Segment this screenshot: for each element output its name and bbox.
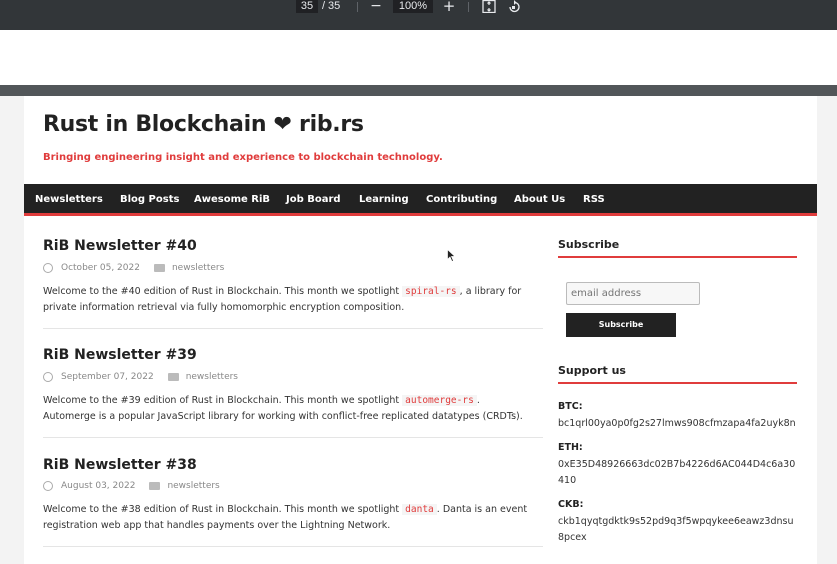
nav-contributing[interactable]: Contributing [426, 194, 497, 205]
toolbar-divider [468, 2, 469, 12]
subscribe-heading: Subscribe [558, 238, 797, 258]
nav-job-board[interactable]: Job Board [286, 194, 341, 205]
post-date: August 03, 2022 [61, 481, 136, 491]
excerpt-text: Welcome to the #38 edition of Rust in Bl… [43, 504, 403, 515]
btc-label: BTC: [558, 401, 583, 412]
nav-blog-posts[interactable]: Blog Posts [120, 194, 179, 205]
toolbar-divider [357, 2, 358, 12]
pdf-viewer-toolbar: 35 / 35 − 100% + [0, 0, 837, 30]
post-date: October 05, 2022 [61, 263, 140, 273]
zoom-level-input[interactable]: 100% [393, 0, 433, 13]
code-span: spiral-rs [402, 286, 460, 297]
post-divider [43, 546, 543, 547]
page-separator: / [322, 0, 326, 12]
nav-learning[interactable]: Learning [359, 194, 409, 205]
viewer-margin-left [0, 96, 24, 564]
post-category[interactable]: newsletters [167, 481, 219, 491]
nav-awesome-rib[interactable]: Awesome RiB [194, 194, 270, 205]
post-excerpt: Welcome to the #40 edition of Rust in Bl… [43, 284, 533, 316]
post-date: September 07, 2022 [61, 372, 154, 382]
ckb-address: ckb1qyqtgdktk9s52pd9q3f5wpqykee6eawz3dns… [558, 516, 794, 543]
site-tagline: Bringing engineering insight and experie… [43, 152, 443, 163]
ckb-label: CKB: [558, 499, 584, 510]
post-title[interactable]: RiB Newsletter #40 [43, 238, 197, 254]
eth-label: ETH: [558, 442, 583, 453]
post-category[interactable]: newsletters [172, 263, 224, 273]
folder-icon [167, 373, 179, 381]
post-meta: September 07, 2022 newsletters [43, 372, 238, 382]
fit-page-icon[interactable] [482, 0, 496, 13]
folder-icon [153, 264, 165, 272]
site-title[interactable]: Rust in Blockchain ❤ rib.rs [43, 112, 364, 137]
nav-newsletters[interactable]: Newsletters [35, 194, 103, 205]
email-input[interactable] [566, 282, 700, 305]
code-span: danta [402, 504, 437, 515]
post-title[interactable]: RiB Newsletter #38 [43, 457, 197, 473]
post-meta: October 05, 2022 newsletters [43, 263, 224, 273]
btc-address: bc1qrl00ya0p0fg2s27lmws908cfmzapa4fa2uyk… [558, 418, 796, 429]
nav-rss[interactable]: RSS [583, 194, 605, 205]
clock-icon [43, 263, 53, 273]
viewer-margin-right [817, 96, 837, 564]
pdf-page: Rust in Blockchain ❤ rib.rs Bringing eng… [24, 96, 817, 558]
folder-icon [149, 482, 161, 490]
zoom-in-button[interactable]: + [442, 0, 456, 14]
nav-about-us[interactable]: About Us [514, 194, 565, 205]
excerpt-text: Welcome to the #39 edition of Rust in Bl… [43, 395, 403, 406]
rotate-icon[interactable] [507, 0, 521, 13]
zoom-out-button[interactable]: − [369, 0, 383, 13]
post-divider [43, 437, 543, 438]
post-excerpt: Welcome to the #39 edition of Rust in Bl… [43, 393, 533, 425]
post-category[interactable]: newsletters [186, 372, 238, 382]
code-span: automerge-rs [402, 395, 477, 406]
subscribe-button[interactable]: Subscribe [566, 313, 676, 337]
excerpt-text: Welcome to the #40 edition of Rust in Bl… [43, 286, 403, 297]
post-divider [43, 328, 543, 329]
post-title[interactable]: RiB Newsletter #39 [43, 347, 197, 363]
main-nav: Newsletters Blog Posts Awesome RiB Job B… [24, 184, 817, 216]
mouse-cursor-icon [447, 249, 456, 262]
post-excerpt: Welcome to the #38 edition of Rust in Bl… [43, 502, 533, 534]
post-meta: August 03, 2022 newsletters [43, 481, 220, 491]
support-heading: Support us [558, 364, 797, 384]
total-pages: 35 [328, 0, 341, 12]
eth-address: 0xE35D48926663dc02B7b4226d6AC044D4c6a304… [558, 459, 796, 486]
current-page-input[interactable]: 35 [296, 0, 318, 13]
clock-icon [43, 481, 53, 491]
viewer-page-gap [0, 85, 837, 96]
clock-icon [43, 372, 53, 382]
